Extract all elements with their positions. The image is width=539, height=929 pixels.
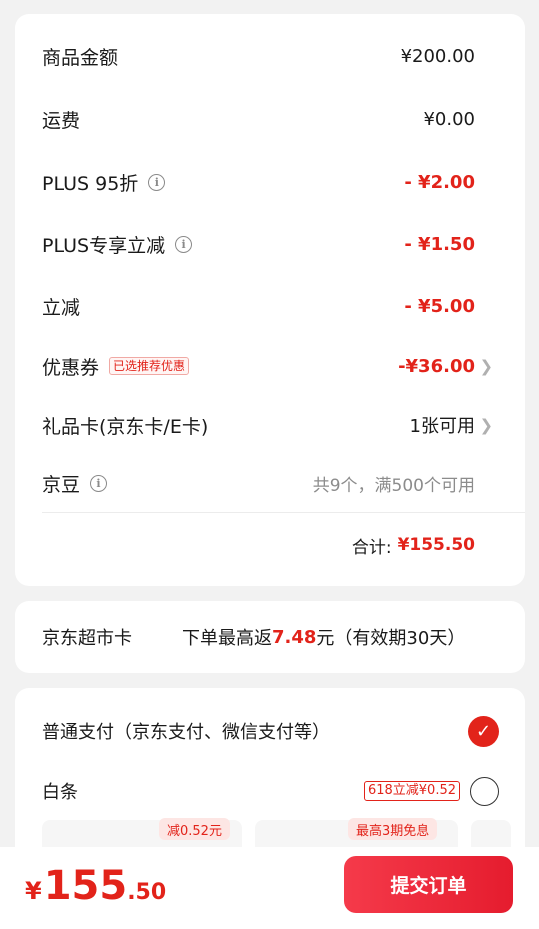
radio-unchecked-icon[interactable] [470,776,499,806]
gift-card-label: 礼品卡(京东卡/E卡) [42,415,209,438]
info-icon[interactable]: i [148,173,166,191]
jingdou-value: 共9个，满500个可用 [312,475,475,496]
checkmark-icon[interactable]: ✓ [468,715,499,747]
plus-discount-value: - ¥1.50 [404,233,475,255]
instant-discount-value: - ¥5.00 [404,295,475,317]
submit-order-button[interactable]: 提交订单 [344,856,513,913]
baitiao-discount-tag: 618立减¥0.52 [363,781,460,801]
freight-row: 运费 ¥0.00 [42,99,475,139]
goods-amount-value: ¥200.00 [400,45,475,67]
market-card-title: 京东超市卡 [42,628,132,649]
baitiao-label: 白条 [42,782,78,803]
instant-discount-label: 立减 [42,296,81,319]
bottom-bar: ¥ 155 .50 提交订单 [0,847,539,929]
plus95-value: - ¥2.00 [404,171,475,193]
order-confirm-page: 商品金额 ¥200.00 运费 ¥0.00 PLUS 95折 i - ¥2.00… [0,0,539,929]
gift-card-row[interactable]: 礼品卡(京东卡/E卡) 1张可用 ❯ [42,405,493,445]
gift-card-value: 1张可用 [409,416,475,437]
installment-plan-2-tag: 最高3期免息 [348,818,438,840]
coupon-label: 优惠券 [42,356,100,379]
jingdou-row: 京豆 i 共9个，满500个可用 [42,463,475,503]
installment-plan-1-tag: 减0.52元 [159,818,230,840]
price-symbol: ¥ [25,877,42,905]
price-integer: 155 [43,863,128,909]
market-card: 京东超市卡 下单最高返 7.48 元（有效期30天） [15,601,525,673]
total-value: ¥155.50 [397,535,475,555]
total-label: 合计: [351,537,392,558]
jingdou-label: 京豆 [42,473,81,496]
normal-pay-label: 普通支付（京东支付、微信支付等） [42,722,330,743]
market-card-desc-prefix: 下单最高返 [182,628,272,649]
info-icon[interactable]: i [90,474,108,492]
market-card-row: 京东超市卡 下单最高返 7.48 元（有效期30天） [42,619,465,655]
goods-amount-row: 商品金额 ¥200.00 [42,36,475,76]
total-price: ¥ 155 .50 [25,863,166,909]
payment-option-baitiao[interactable]: 白条 618立减¥0.52 [42,771,499,811]
plus-discount-row: PLUS专享立减 i - ¥1.50 [42,224,475,264]
coupon-row[interactable]: 优惠券 已选推荐优惠 -¥36.00 ❯ [42,346,493,386]
goods-amount-label: 商品金额 [42,46,119,69]
price-summary-card: 商品金额 ¥200.00 运费 ¥0.00 PLUS 95折 i - ¥2.00… [15,14,525,586]
freight-label: 运费 [42,109,81,132]
plus95-label: PLUS 95折 [42,172,139,195]
coupon-tag: 已选推荐优惠 [109,356,190,376]
market-card-desc-suffix: 元（有效期30天） [316,628,466,649]
coupon-value: -¥36.00 [398,355,475,377]
market-card-amount: 7.48 [272,626,317,648]
chevron-right-icon: ❯ [479,356,493,376]
plus95-row: PLUS 95折 i - ¥2.00 [42,162,475,202]
freight-value: ¥0.00 [423,108,475,130]
total-row: 合计: ¥155.50 [352,528,475,562]
chevron-right-icon: ❯ [479,415,493,435]
divider [42,512,525,513]
plus-discount-label: PLUS专享立减 [42,234,166,257]
instant-discount-row: 立减 - ¥5.00 [42,286,475,326]
info-icon[interactable]: i [175,235,193,253]
payment-option-normal[interactable]: 普通支付（京东支付、微信支付等） ✓ [42,711,499,751]
price-decimal: .50 [127,880,167,905]
